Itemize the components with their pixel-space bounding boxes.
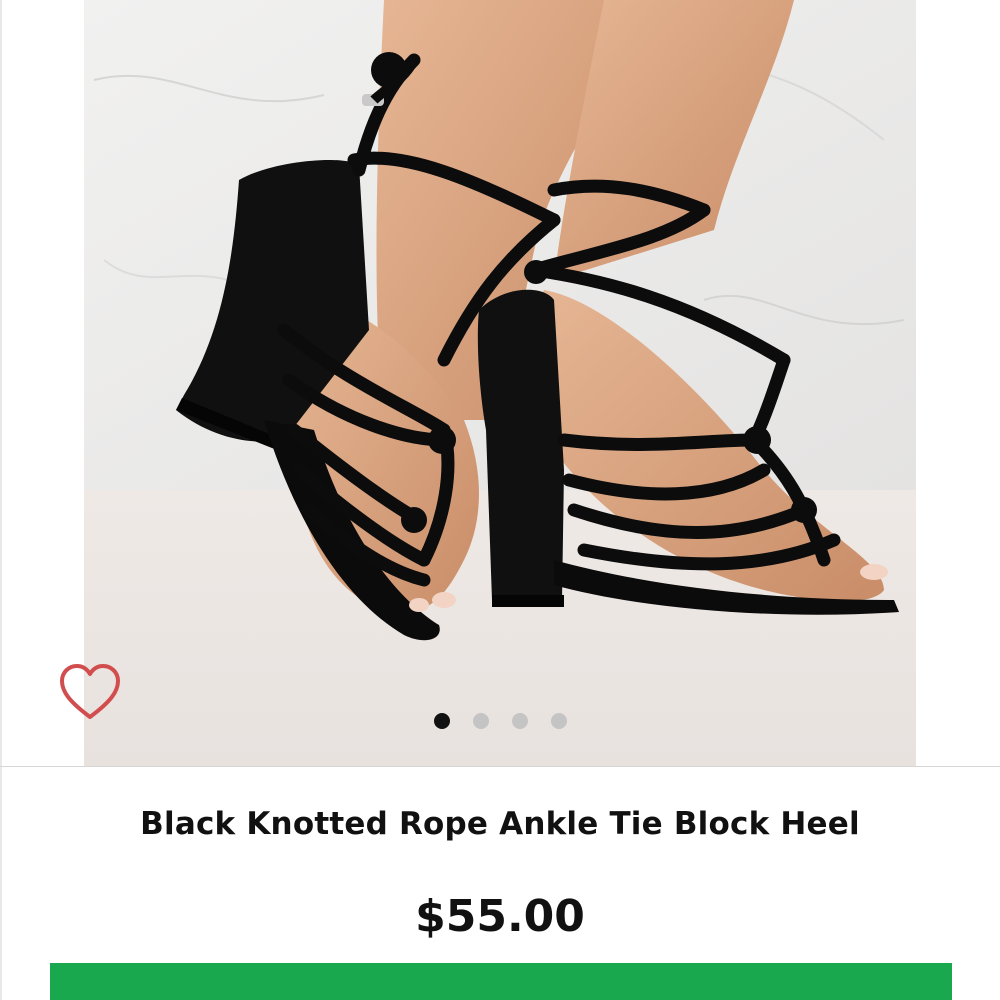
carousel-dot-1[interactable] — [434, 713, 450, 729]
product-page: Black Knotted Rope Ankle Tie Block Heel … — [0, 0, 1000, 1000]
product-price: $55.00 — [415, 891, 585, 942]
carousel-dot-4[interactable] — [551, 713, 567, 729]
carousel-dot-2[interactable] — [473, 713, 489, 729]
wishlist-heart-icon[interactable] — [58, 662, 122, 722]
divider — [0, 766, 1000, 767]
product-title: Black Knotted Rope Ankle Tie Block Heel — [140, 806, 860, 842]
window-edge — [0, 0, 2, 1000]
carousel-dot-3[interactable] — [512, 713, 528, 729]
add-to-bag-button[interactable] — [50, 963, 952, 1000]
carousel-pagination — [434, 713, 567, 729]
product-image[interactable] — [84, 0, 916, 766]
